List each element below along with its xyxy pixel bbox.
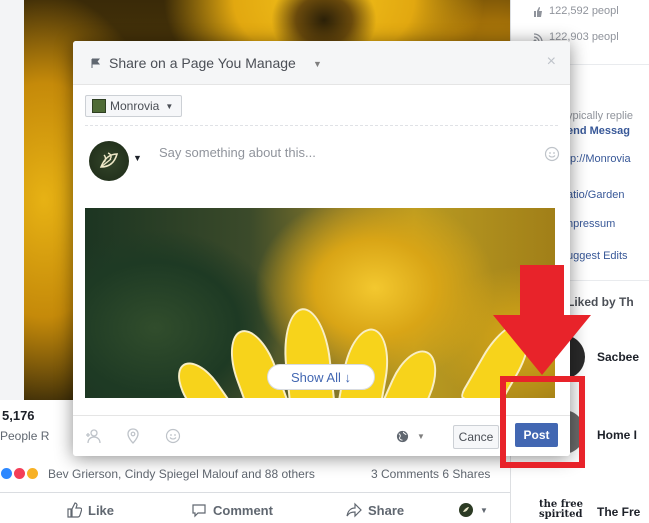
page-avatar-icon — [92, 99, 106, 113]
divider — [0, 492, 510, 493]
leaf-logo-icon — [99, 152, 119, 168]
website-link[interactable]: tp://Monrovia — [567, 153, 631, 165]
chevron-down-icon: ▼ — [480, 505, 488, 515]
comment-share-stats[interactable]: 3 Comments 6 Shares — [371, 467, 490, 481]
category-link[interactable]: atio/Garden — [567, 189, 624, 201]
suggest-edits-link[interactable]: uggest Edits — [567, 250, 628, 262]
page-avatar-icon — [459, 503, 473, 517]
audience-selector[interactable]: ▼ — [396, 430, 425, 443]
share-audience-selector[interactable]: ▼ — [458, 502, 488, 518]
likes-stat: 122,592 peopl — [549, 5, 619, 17]
composer-input[interactable] — [159, 141, 519, 163]
response-time-text: ypically replie — [567, 110, 634, 122]
chevron-down-icon[interactable]: ▼ — [133, 153, 142, 163]
comment-button[interactable]: Comment — [191, 502, 273, 518]
liked-page-sacbee[interactable]: Sacbee — [597, 350, 639, 364]
liked-page-free-spirited[interactable]: The Fre — [597, 505, 640, 519]
like-reaction-icon — [0, 467, 13, 480]
chevron-down-icon: ▼ — [165, 101, 174, 111]
like-button[interactable]: Like — [66, 502, 114, 518]
reaction-icons[interactable] — [0, 467, 39, 480]
liked-page-home[interactable]: Home I — [597, 428, 637, 442]
people-count-label: People R — [0, 429, 50, 443]
divider — [85, 125, 558, 126]
people-count: 5,176 — [2, 408, 35, 423]
page-selector-dropdown[interactable]: Monrovia ▼ — [85, 95, 183, 117]
selected-page-name: Monrovia — [110, 99, 160, 113]
flower-petal — [168, 354, 238, 398]
reactions-row: Bev Grierson, Cindy Spiegel Malouf and 8… — [0, 465, 510, 485]
share-button[interactable]: Share — [346, 502, 404, 518]
dialog-header: Share on a Page You Manage ▼ × — [73, 41, 570, 85]
post-action-bar: Like Comment Share ▼ — [0, 500, 510, 522]
feeling-emoji-icon[interactable] — [165, 428, 181, 444]
wow-reaction-icon — [26, 467, 39, 480]
thumbs-up-icon — [67, 502, 82, 518]
share-arrow-icon — [346, 502, 362, 518]
tag-people-icon[interactable] — [85, 428, 101, 444]
impressum-link[interactable]: npressum — [567, 218, 615, 230]
globe-icon — [396, 430, 409, 443]
location-pin-icon[interactable] — [125, 428, 141, 444]
emoji-icon[interactable] — [544, 146, 560, 162]
chevron-down-icon[interactable]: ▼ — [313, 59, 322, 69]
cancel-button[interactable]: Cance — [453, 425, 499, 449]
reaction-names-link[interactable]: Bev Grierson, Cindy Spiegel Malouf and 8… — [48, 467, 315, 481]
share-destination-title[interactable]: Share on a Page You Manage — [109, 55, 296, 71]
love-reaction-icon — [13, 467, 26, 480]
thumbs-up-icon — [534, 7, 542, 17]
flag-icon — [91, 58, 101, 68]
share-dialog: Share on a Page You Manage ▼ × Monrovia … — [73, 41, 570, 456]
red-arrow-annotation — [493, 265, 591, 375]
comment-bubble-icon — [192, 504, 206, 518]
free-spirited-logo[interactable]: the free spirited — [539, 500, 583, 520]
close-icon[interactable]: × — [547, 53, 556, 71]
show-all-button[interactable]: Show All ↓ — [267, 364, 375, 390]
dialog-footer: ▼ Cance — [73, 415, 570, 456]
red-highlight-box — [500, 376, 585, 468]
page-avatar[interactable] — [89, 141, 129, 181]
chevron-down-icon: ▼ — [417, 432, 425, 441]
send-message-link[interactable]: end Messag — [567, 125, 630, 137]
